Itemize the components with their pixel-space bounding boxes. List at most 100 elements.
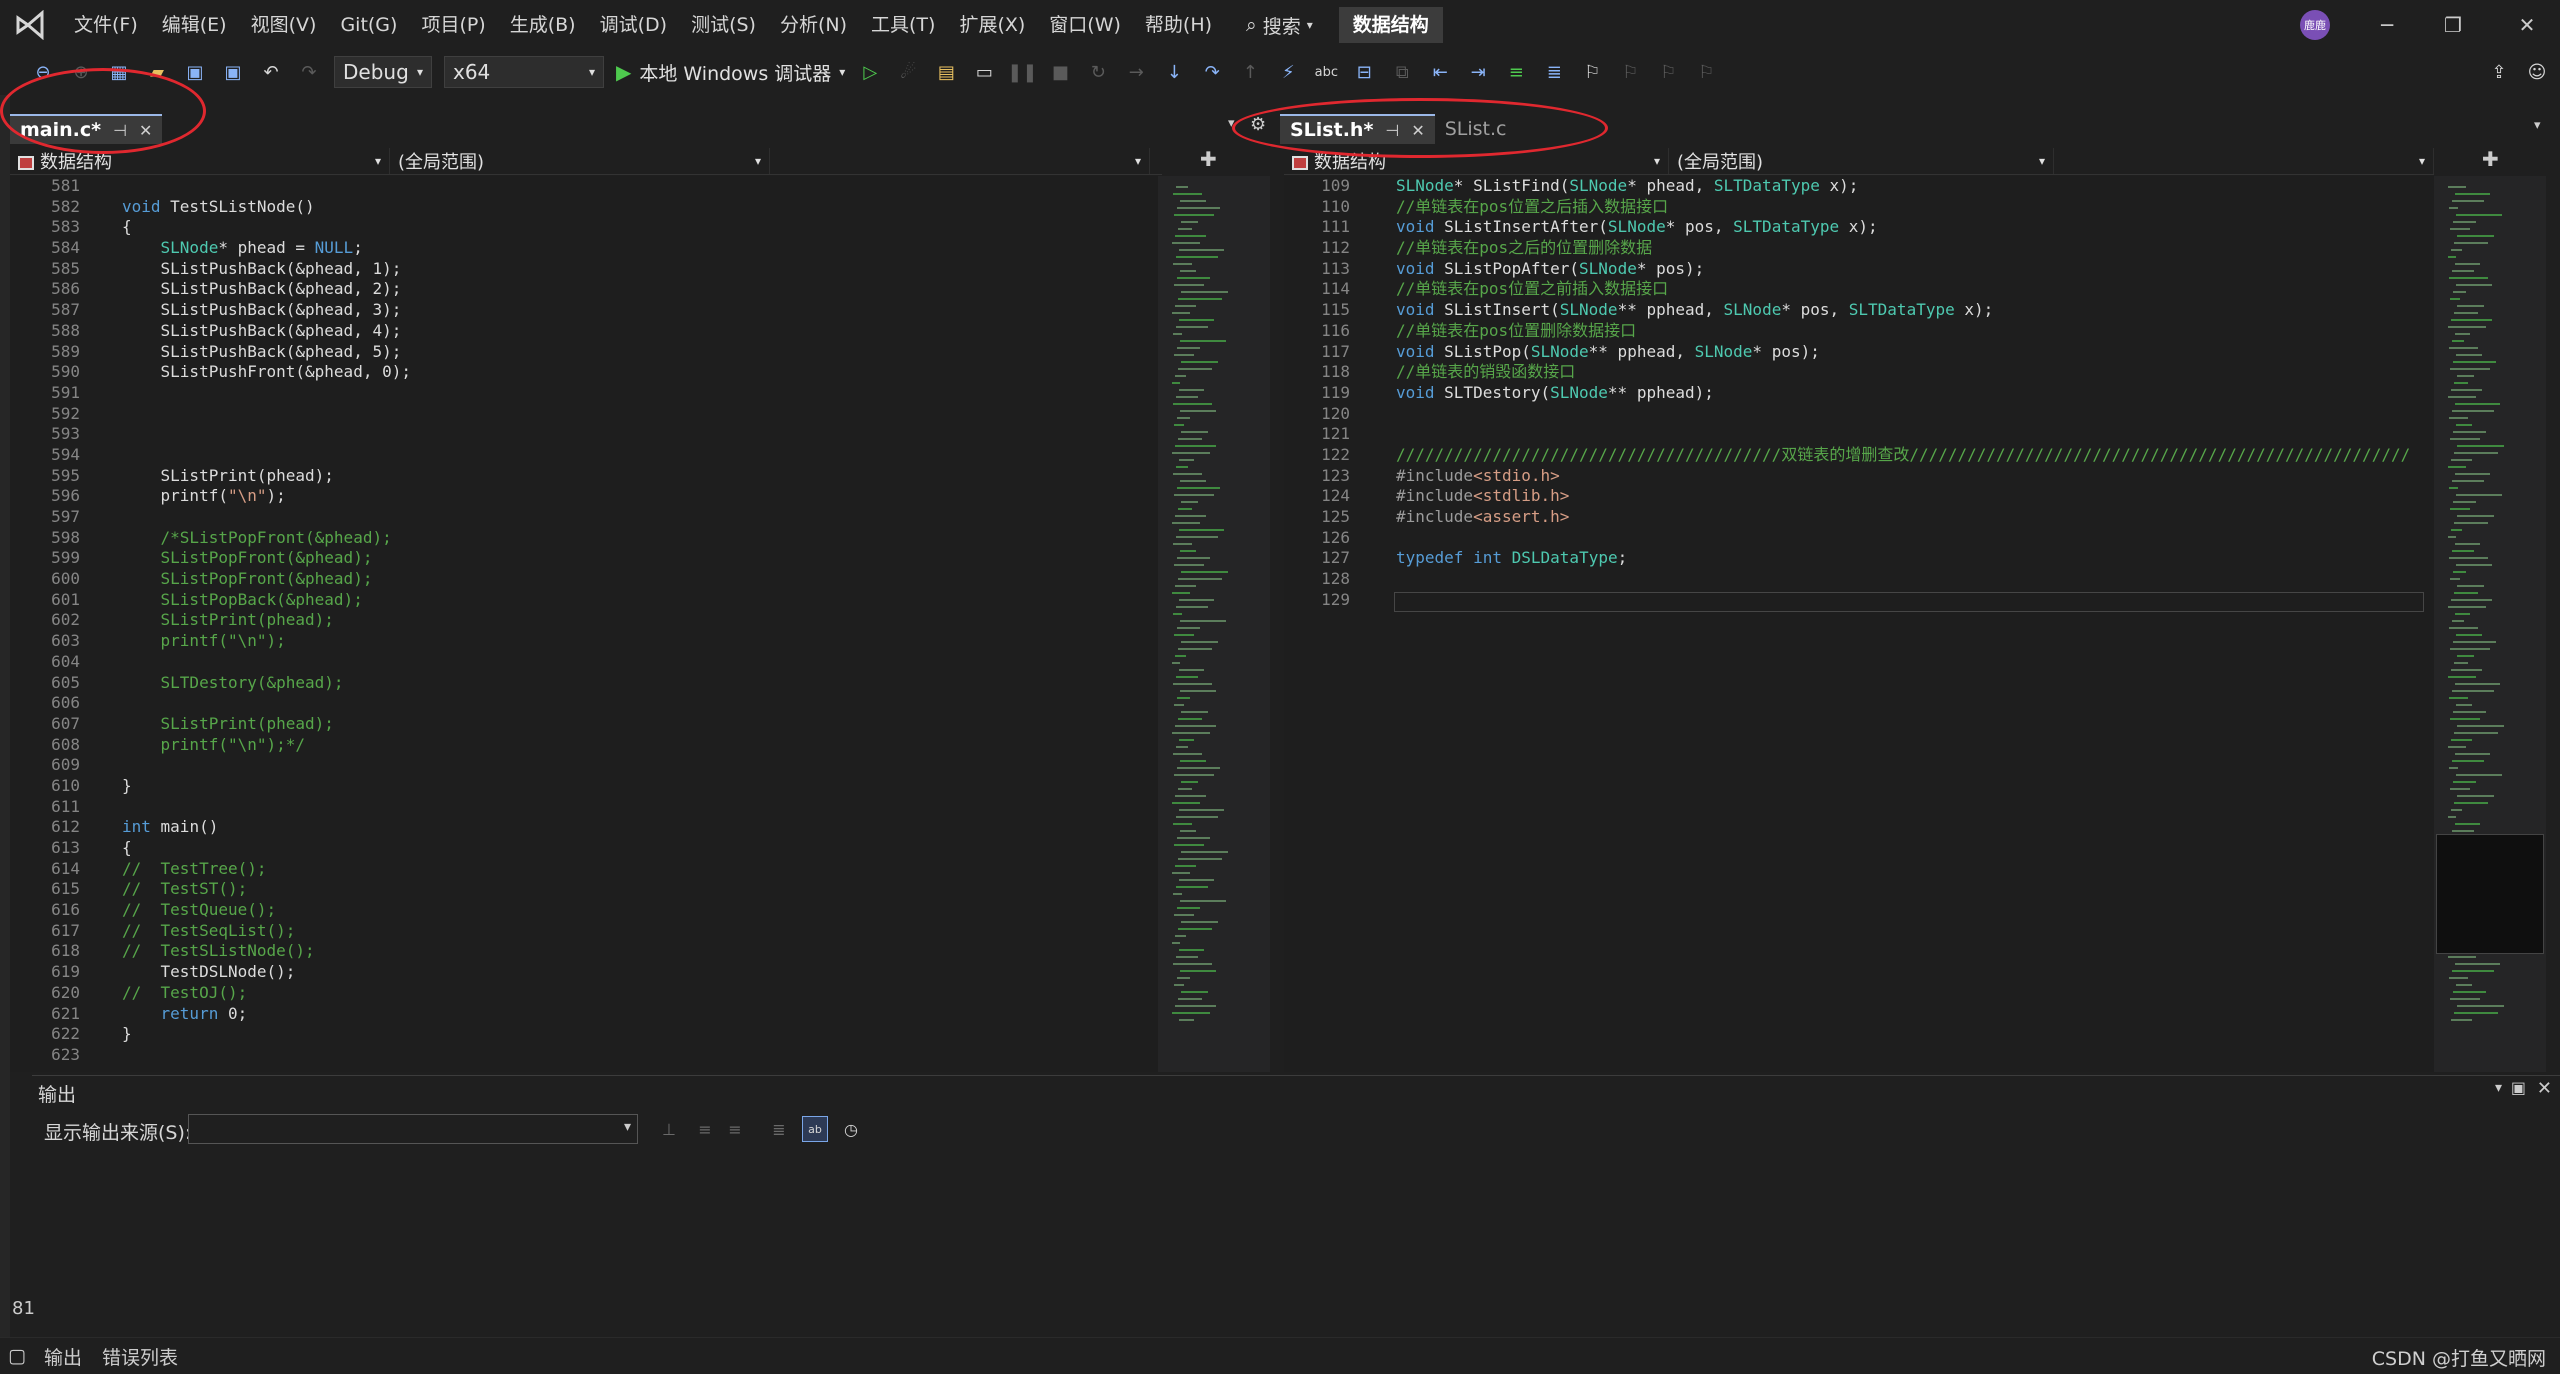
- code-line[interactable]: [1396, 424, 2410, 445]
- show-next-statement-icon[interactable]: →: [1123, 59, 1149, 85]
- close-window-icon[interactable]: ✕: [2494, 0, 2560, 50]
- save-icon[interactable]: ▣: [182, 59, 208, 85]
- scope-combo[interactable]: (全局范围) ▾: [390, 147, 770, 174]
- code-line[interactable]: int main(): [122, 817, 411, 838]
- menu-item[interactable]: 文件(F): [62, 0, 150, 50]
- menu-item[interactable]: 测试(S): [679, 0, 768, 50]
- menu-item[interactable]: 视图(V): [239, 0, 329, 50]
- code-line[interactable]: [122, 797, 411, 818]
- code-line[interactable]: [1396, 404, 2410, 425]
- member-combo[interactable]: ▾: [770, 147, 1150, 174]
- clear-all-icon[interactable]: ≣: [766, 1116, 792, 1142]
- code-line[interactable]: {: [122, 838, 411, 859]
- code-line[interactable]: void SListPopAfter(SLNode* pos);: [1396, 259, 2410, 280]
- code-line[interactable]: return 0;: [122, 1004, 411, 1025]
- code-line[interactable]: SListPrint(phead);: [122, 714, 411, 735]
- chat-icon[interactable]: ▢: [0, 1345, 34, 1367]
- code-line[interactable]: SLNode* phead = NULL;: [122, 238, 411, 259]
- code-line[interactable]: // TestTree();: [122, 859, 411, 880]
- code-line[interactable]: [122, 383, 411, 404]
- code-line[interactable]: void SListPop(SLNode** pphead, SLNode* p…: [1396, 342, 2410, 363]
- bookmark-icon[interactable]: ⚐: [1579, 59, 1605, 85]
- undo-icon[interactable]: ↶: [258, 59, 284, 85]
- next-message-icon[interactable]: ≡: [722, 1116, 748, 1142]
- outdent-icon[interactable]: ⇤: [1427, 59, 1453, 85]
- code-line[interactable]: void SListInsertAfter(SLNode* pos, SLTDa…: [1396, 217, 2410, 238]
- code-line[interactable]: //单链表的销毁函数接口: [1396, 362, 2410, 383]
- code-line[interactable]: [122, 652, 411, 673]
- code-line[interactable]: // TestSeqList();: [122, 921, 411, 942]
- split-icon[interactable]: ✚: [1200, 147, 1217, 171]
- hot-reload-icon[interactable]: ☄: [895, 59, 921, 85]
- format-icon[interactable]: ⊟: [1351, 59, 1377, 85]
- comment-icon[interactable]: ≡: [1503, 59, 1529, 85]
- menu-item[interactable]: 工具(T): [859, 0, 947, 50]
- code-line[interactable]: SListPushFront(&phead, 0);: [122, 362, 411, 383]
- code-line[interactable]: // TestST();: [122, 879, 411, 900]
- minimize-icon[interactable]: ─: [2354, 0, 2420, 50]
- code-line[interactable]: [122, 507, 411, 528]
- tab-error-list[interactable]: 错误列表: [92, 1343, 188, 1370]
- member-combo[interactable]: ▾: [2054, 147, 2434, 174]
- word-wrap-icon[interactable]: ab: [802, 1116, 828, 1142]
- code-line[interactable]: // TestOJ();: [122, 983, 411, 1004]
- platform-select[interactable]: x64 ▾: [444, 56, 604, 88]
- menu-item[interactable]: 编辑(E): [150, 0, 239, 50]
- step-over-icon[interactable]: ↷: [1199, 59, 1225, 85]
- code-editor-main-c[interactable]: 581 582 583 584 585 586 587 588 589 590 591 592 593 5…: [10, 176, 1158, 1072]
- feedback-icon[interactable]: ☺: [2524, 59, 2550, 85]
- code-line[interactable]: SLTDestory(&phead);: [122, 673, 411, 694]
- code-line[interactable]: void TestSListNode(): [122, 197, 411, 218]
- search-box[interactable]: ⌕ 搜索 ▾: [1234, 7, 1325, 43]
- code-line[interactable]: ////////////////////////////////////////…: [1396, 445, 2410, 466]
- redo-icon[interactable]: ↷: [296, 59, 322, 85]
- code-line[interactable]: }: [122, 776, 411, 797]
- step-into-icon[interactable]: ↓: [1161, 59, 1187, 85]
- stop-icon[interactable]: ■: [1047, 59, 1073, 85]
- diagnostics-icon[interactable]: ⚡: [1275, 59, 1301, 85]
- menu-item[interactable]: 项目(P): [409, 0, 497, 50]
- code-line[interactable]: [1396, 569, 2410, 590]
- output-source-select[interactable]: ▾: [188, 1114, 638, 1144]
- code-line[interactable]: SListPushBack(&phead, 2);: [122, 279, 411, 300]
- spell-check-icon[interactable]: abc: [1313, 59, 1339, 85]
- minimap-left[interactable]: [1158, 176, 1270, 1072]
- code-line[interactable]: [122, 424, 411, 445]
- code-line[interactable]: //单链表在pos位置之后插入数据接口: [1396, 197, 2410, 218]
- window-position-icon[interactable]: ▾: [2495, 1080, 2502, 1096]
- code-line[interactable]: {: [122, 217, 411, 238]
- code-line[interactable]: void SLTDestory(SLNode** pphead);: [1396, 383, 2410, 404]
- code-line[interactable]: SListPushBack(&phead, 3);: [122, 300, 411, 321]
- code-line[interactable]: #include<stdio.h>: [1396, 466, 2410, 487]
- code-line[interactable]: // TestQueue();: [122, 900, 411, 921]
- code-line[interactable]: [1396, 528, 2410, 549]
- code-line[interactable]: SListPushBack(&phead, 1);: [122, 259, 411, 280]
- code-line[interactable]: SListPushBack(&phead, 5);: [122, 342, 411, 363]
- restart-icon[interactable]: ↻: [1085, 59, 1111, 85]
- save-all-icon[interactable]: ▣: [220, 59, 246, 85]
- minimap-right[interactable]: [2434, 176, 2546, 1072]
- prev-bookmark-icon[interactable]: ⚐: [1617, 59, 1643, 85]
- uncomment-icon[interactable]: ≣: [1541, 59, 1567, 85]
- code-editor-slist-h[interactable]: 109 110 111 112 113 114 115 116 117 118 119 120 121 1…: [1284, 176, 2434, 1072]
- code-text[interactable]: void TestSListNode(){ SLNode* phead = NU…: [122, 176, 411, 1066]
- split-icon[interactable]: ✚: [2482, 147, 2499, 171]
- clear-bookmarks-icon[interactable]: ⚐: [1693, 59, 1719, 85]
- menu-item[interactable]: 窗口(W): [1037, 0, 1133, 50]
- code-line[interactable]: SListPrint(phead);: [122, 466, 411, 487]
- find-message-icon[interactable]: ⊥: [656, 1116, 682, 1142]
- code-line[interactable]: // TestSListNode();: [122, 941, 411, 962]
- menu-item[interactable]: Git(G): [328, 0, 409, 50]
- timestamp-clock-icon[interactable]: ◷: [838, 1116, 864, 1142]
- solution-explorer-icon[interactable]: ▤: [933, 59, 959, 85]
- code-line[interactable]: [122, 176, 411, 197]
- code-line[interactable]: [122, 445, 411, 466]
- menu-item[interactable]: 分析(N): [768, 0, 859, 50]
- code-line[interactable]: typedef int DSLDataType;: [1396, 548, 2410, 569]
- close-panel-icon[interactable]: ✕: [2537, 1078, 2552, 1099]
- restore-icon[interactable]: ❐: [2420, 0, 2486, 50]
- code-line[interactable]: TestDSLNode();: [122, 962, 411, 983]
- start-debugging-button[interactable]: ▶ 本地 Windows 调试器 ▾: [616, 59, 845, 86]
- code-line[interactable]: SListPopFront(&phead);: [122, 548, 411, 569]
- code-line[interactable]: //单链表在pos位置之前插入数据接口: [1396, 279, 2410, 300]
